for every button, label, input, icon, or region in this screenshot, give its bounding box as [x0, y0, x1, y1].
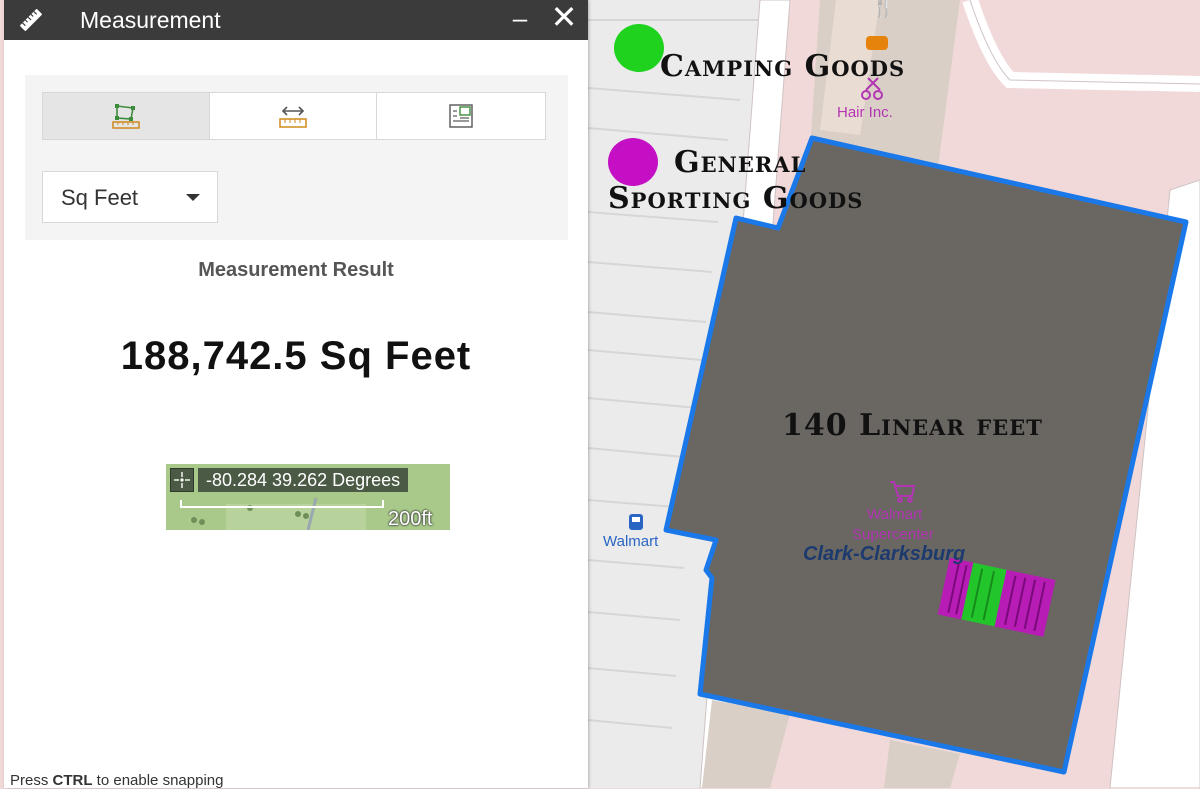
measurement-tools: Sq Feet	[25, 75, 568, 240]
close-button[interactable]: ✕	[550, 1, 578, 33]
crosshair-button[interactable]	[170, 468, 194, 492]
linear-feet-label: 140 Linear feet	[782, 408, 1043, 443]
location-measure-icon	[449, 104, 473, 128]
store-name-line2[interactable]: Supercenter	[852, 526, 934, 543]
distance-tool-button[interactable]	[209, 92, 377, 140]
measurement-panel: Measurement – ✕ Sq Feet Measurement Resu…	[4, 0, 588, 789]
snap-hint-prefix: Press	[10, 772, 53, 789]
svg-text:🍴: 🍴	[872, 0, 894, 19]
legend-label-camping: Camping Goods	[660, 49, 906, 84]
chevron-down-icon	[186, 194, 200, 201]
unit-dropdown[interactable]: Sq Feet	[42, 171, 218, 223]
result-value: 188,742.5 Sq Feet	[120, 334, 472, 378]
distance-measure-icon	[279, 106, 307, 128]
area-measure-icon	[112, 104, 140, 129]
coordinate-widget: -80.284 39.262 Degrees 200ft	[166, 464, 450, 530]
minimize-button[interactable]: –	[508, 4, 532, 32]
poi-label-walmart-bus[interactable]: Walmart	[603, 533, 658, 550]
area-name-label: Clark-Clarksburg	[803, 543, 966, 565]
unit-selected-value: Sq Feet	[61, 185, 139, 210]
area-tool-button[interactable]	[42, 92, 210, 140]
crosshair-icon	[174, 472, 190, 488]
scale-bar	[180, 500, 384, 508]
legend-label-general-line1: General	[674, 145, 807, 180]
store-name-line1[interactable]: Walmart	[867, 506, 922, 523]
legend-label-general-line2: Sporting Goods	[608, 181, 864, 216]
snap-hint: Press CTRL to enable snapping	[10, 772, 223, 789]
location-tool-button[interactable]	[376, 92, 546, 140]
coordinate-readout: -80.284 39.262 Degrees	[198, 468, 409, 492]
result-label: Measurement Result	[198, 259, 394, 281]
snap-hint-suffix: to enable snapping	[92, 772, 224, 789]
legend-swatch-general	[608, 138, 658, 186]
legend-swatch-camping	[614, 24, 664, 72]
snap-hint-key: CTRL	[52, 772, 93, 789]
panel-title: Measurement	[80, 7, 221, 33]
scale-label: 200ft	[388, 508, 433, 530]
panel-titlebar[interactable]: Measurement – ✕	[4, 0, 588, 40]
ruler-icon	[20, 9, 42, 31]
poi-label-hair[interactable]: Hair Inc.	[837, 104, 893, 121]
